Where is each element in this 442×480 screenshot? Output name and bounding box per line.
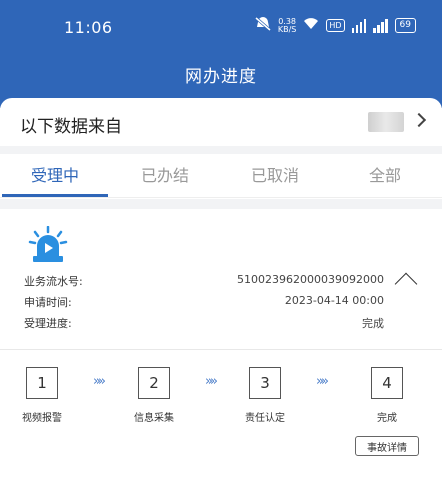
- chevron-right-icon: [411, 112, 427, 128]
- tab-processing[interactable]: 受理中: [0, 162, 110, 186]
- data-source-row[interactable]: 以下数据来自: [0, 98, 442, 146]
- status-icons: 0.38 KB/S HD 69: [254, 16, 416, 34]
- wifi-icon: [303, 18, 319, 33]
- battery-icon: 69: [394, 18, 416, 33]
- step-1-box: 1: [26, 367, 58, 399]
- step-2-box: 2: [138, 367, 170, 399]
- page-title: 网办进度: [185, 67, 257, 87]
- serial-label: 业务流水号:: [24, 275, 83, 288]
- signal-icon: [351, 18, 367, 33]
- arrow-icon: »»: [205, 374, 218, 389]
- tab-all[interactable]: 全部: [330, 162, 440, 186]
- divider: [0, 349, 442, 350]
- mute-icon: [254, 16, 271, 34]
- data-source-label: 以下数据来自: [20, 117, 122, 137]
- hd-badge: HD: [326, 19, 345, 32]
- progress-row: 受理进度: 完成: [24, 315, 424, 336]
- step-1-label: 视频报警: [22, 413, 62, 424]
- tab-completed[interactable]: 已办结: [110, 162, 220, 186]
- tab-cancelled[interactable]: 已取消: [220, 162, 330, 186]
- accident-details-button[interactable]: 事故详情: [355, 436, 419, 456]
- data-source-value-redacted: [368, 112, 404, 132]
- record-info: 业务流水号: 510023962000039092000 申请时间: 2023-…: [24, 273, 424, 336]
- serial-row: 业务流水号: 510023962000039092000: [24, 273, 424, 294]
- step-4-box: 4: [371, 367, 403, 399]
- active-tab-indicator: [2, 194, 108, 197]
- apply-time-label: 申请时间:: [24, 296, 72, 309]
- arrow-icon: »»: [93, 374, 106, 389]
- status-time: 11:06: [64, 18, 113, 37]
- arrow-icon: »»: [316, 374, 329, 389]
- content-card: 以下数据来自 受理中 已办结 已取消 全部 业务流水号: 51002396200…: [0, 98, 442, 480]
- step-3-box: 3: [249, 367, 281, 399]
- apply-time-row: 申请时间: 2023-04-14 00:00: [24, 294, 424, 315]
- speed-unit: KB/S: [277, 24, 297, 34]
- signal-icon-2: [373, 18, 388, 33]
- serial-value: 510023962000039092000: [237, 273, 384, 286]
- status-tabs: 受理中 已办结 已取消 全部: [0, 154, 442, 198]
- header: 11:06 0.38 KB/S HD 69 网办进度: [0, 0, 442, 108]
- progress-value: 完成: [362, 317, 384, 330]
- section-gap: [0, 199, 442, 209]
- step-4-label: 完成: [377, 413, 397, 424]
- section-gap: [0, 146, 442, 154]
- network-speed: 0.38 KB/S: [277, 17, 297, 34]
- apply-time-value: 2023-04-14 00:00: [284, 294, 384, 307]
- step-3-label: 责任认定: [245, 413, 285, 424]
- progress-label: 受理进度:: [24, 317, 72, 330]
- step-2-label: 信息采集: [134, 413, 174, 424]
- alarm-siren-icon: [28, 225, 68, 266]
